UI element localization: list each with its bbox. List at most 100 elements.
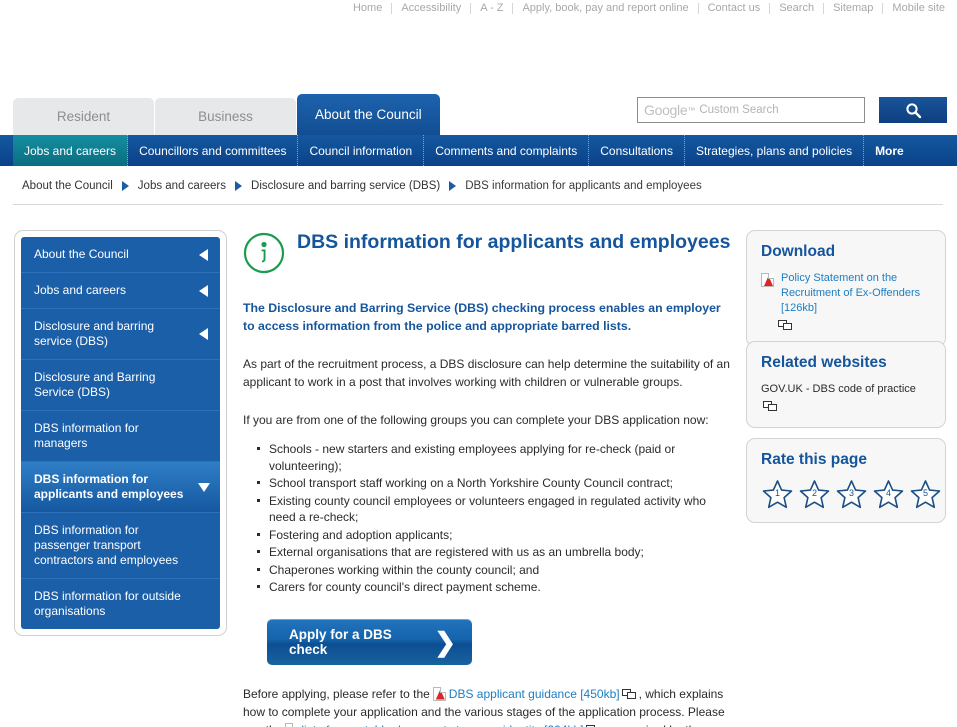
- utility-link-6[interactable]: Sitemap: [824, 2, 884, 14]
- sidebar-item-6[interactable]: DBS information for passenger transport …: [21, 513, 220, 579]
- tab-business[interactable]: Business: [155, 98, 296, 136]
- search-icon: [905, 102, 921, 118]
- left-navigation-list: About the Council Jobs and careers Disclos…: [21, 237, 220, 629]
- acceptable-documents-link[interactable]: list of acceptable documents to prove id…: [301, 723, 583, 727]
- sidebar-item-5[interactable]: DBS information for applicants and emplo…: [21, 462, 220, 513]
- subnav-item-strategies-plans-and-policies[interactable]: Strategies, plans and policies: [685, 135, 865, 166]
- page-title-row: DBS information for applicants and emplo…: [243, 230, 735, 279]
- rating-star-1[interactable]: 1: [761, 479, 794, 510]
- sidebar-item-7[interactable]: DBS information for outside organisation…: [21, 579, 220, 629]
- rate-this-page-title: Rate this page: [761, 451, 867, 468]
- utility-link-7[interactable]: Mobile site: [883, 2, 945, 14]
- utility-link-4[interactable]: Contact us: [699, 2, 771, 14]
- list-item: Fostering and adoption applicants;: [257, 527, 735, 544]
- utility-link-1[interactable]: Accessibility: [392, 2, 472, 14]
- chevron-right-icon: ❯: [434, 626, 456, 657]
- subnav-item-consultations[interactable]: Consultations: [589, 135, 685, 166]
- tab-about-the-council[interactable]: About the Council: [297, 94, 440, 136]
- subnav-item-more[interactable]: More: [864, 135, 915, 166]
- breadcrumb-item-0[interactable]: About the Council: [22, 180, 113, 192]
- sidebar-item-label: DBS information for applicants and emplo…: [34, 472, 184, 501]
- apply-for-dbs-check-button[interactable]: Apply for a DBS check ❯: [267, 618, 472, 665]
- paragraph-1: As part of the recruitment process, a DB…: [243, 357, 730, 389]
- guidance-before: Before applying, please refer to the: [243, 686, 430, 701]
- search-input[interactable]: Google ™ Custom Search: [637, 97, 865, 123]
- subnav-item-jobs-and-careers[interactable]: Jobs and careers: [13, 135, 129, 166]
- page-title: DBS information for applicants and emplo…: [297, 231, 731, 253]
- sidebar-item-label: Disclosure and barring service (DBS): [34, 319, 155, 348]
- apply-button-label: Apply for a DBS check: [289, 626, 392, 657]
- chevron-left-icon: [199, 328, 208, 340]
- rating-star-4[interactable]: 4: [872, 479, 905, 510]
- rate-this-page-panel: Rate this page 1 2 3 4 5: [746, 438, 946, 523]
- pdf-icon: [285, 722, 299, 727]
- sidebar-item-3[interactable]: Disclosure and Barring Service (DBS): [21, 360, 220, 411]
- breadcrumb: About the Council Jobs and careers Disclos…: [22, 180, 702, 192]
- rating-star-label: 4: [885, 488, 891, 498]
- search-placeholder: Custom Search: [699, 104, 779, 116]
- dbs-applicant-guidance-link[interactable]: DBS applicant guidance [450kb]: [449, 687, 620, 701]
- sidebar-item-label: Jobs and careers: [34, 283, 127, 297]
- guidance-paragraph: Before applying, please refer to the DBS …: [243, 685, 735, 727]
- utility-link-5[interactable]: Search: [770, 2, 825, 14]
- breadcrumb-separator-icon: [449, 181, 457, 191]
- breadcrumb-divider: [13, 204, 943, 205]
- breadcrumb-item-2[interactable]: Disclosure and barring service (DBS): [251, 180, 440, 192]
- breadcrumb-separator-icon: [235, 181, 243, 191]
- rating-star-5[interactable]: 5: [909, 479, 942, 510]
- sidebar-item-2[interactable]: Disclosure and barring service (DBS): [21, 309, 220, 360]
- utility-link-2[interactable]: A - Z: [471, 2, 514, 14]
- list-item: External organisations that are register…: [257, 544, 735, 561]
- rating-stars: 1 2 3 4 5: [761, 479, 941, 510]
- pdf-icon: [432, 686, 446, 701]
- download-panel-title: Download: [761, 243, 836, 260]
- list-item: Chaperones working within the county cou…: [257, 562, 735, 579]
- sidebar-item-label: DBS information for managers: [34, 421, 139, 450]
- sidebar-item-label: DBS information for passenger transport …: [34, 523, 179, 567]
- rating-star-3[interactable]: 3: [835, 479, 868, 510]
- list-item: Schools - new starters and existing empl…: [257, 441, 735, 474]
- sidebar-item-0[interactable]: About the Council: [21, 237, 220, 273]
- list-item: Carers for county council's direct payme…: [257, 579, 735, 596]
- sidebar-item-1[interactable]: Jobs and careers: [21, 273, 220, 309]
- chevron-left-icon: [199, 248, 208, 261]
- related-websites-panel: Related websites GOV.UK - DBS code of pr…: [746, 341, 946, 428]
- primary-tabs: Resident Business About the Council: [13, 94, 441, 136]
- google-tm: ™: [687, 105, 696, 115]
- related-website-item[interactable]: GOV.UK - DBS code of practice: [761, 382, 931, 397]
- section-nav: Jobs and careers Councillors and committe…: [0, 135, 957, 166]
- sidebar-item-label: Disclosure and Barring Service (DBS): [34, 370, 156, 399]
- list-item: School transport staff working on a Nort…: [257, 475, 735, 492]
- download-item[interactable]: Policy Statement on the Recruitment of E…: [761, 271, 931, 316]
- chevron-left-icon: [199, 284, 208, 297]
- subnav-item-comments-and-complaints[interactable]: Comments and complaints: [424, 135, 590, 166]
- utility-link-0[interactable]: Home: [344, 2, 393, 14]
- main-content: DBS information for applicants and emplo…: [243, 230, 735, 727]
- page-root: Home Accessibility A - Z Apply, book, pay a…: [0, 0, 957, 727]
- eligible-groups-list: Schools - new starters and existing empl…: [243, 441, 735, 596]
- info-circle-icon: [243, 232, 285, 279]
- external-link-icon: [763, 401, 778, 412]
- external-link-icon: [621, 688, 637, 700]
- list-item: Existing county council employees or vol…: [257, 493, 735, 526]
- utility-link-3[interactable]: Apply, book, pay and report online: [513, 2, 699, 14]
- rating-star-label: 1: [774, 488, 780, 498]
- external-link-icon: [778, 320, 793, 331]
- subnav-item-council-information[interactable]: Council information: [298, 135, 425, 166]
- rating-star-label: 3: [848, 488, 854, 498]
- sidebar-item-label: About the Council: [34, 247, 129, 261]
- sidebar-item-4[interactable]: DBS information for managers: [21, 411, 220, 462]
- download-panel: Download Policy Statement on the Recruit…: [746, 230, 946, 347]
- search-button[interactable]: [879, 97, 947, 123]
- pdf-icon: [761, 273, 774, 287]
- subnav-item-councillors-and-committees[interactable]: Councillors and committees: [128, 135, 299, 166]
- google-brand-label: Google: [644, 102, 688, 118]
- page-lede: The Disclosure and Barring Service (DBS)…: [243, 301, 721, 333]
- rating-star-2[interactable]: 2: [798, 479, 831, 510]
- utility-nav: Home Accessibility A - Z Apply, book, pay a…: [0, 0, 957, 16]
- download-item-label: Policy Statement on the Recruitment of E…: [781, 272, 921, 314]
- related-websites-title: Related websites: [761, 354, 887, 371]
- tab-resident[interactable]: Resident: [13, 98, 154, 136]
- sidebar-item-label: DBS information for outside organisation…: [34, 589, 181, 618]
- breadcrumb-item-1[interactable]: Jobs and careers: [138, 180, 226, 192]
